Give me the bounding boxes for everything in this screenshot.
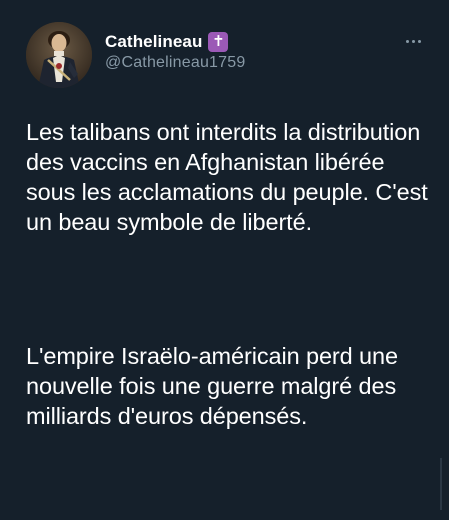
- more-dot: [417, 39, 421, 43]
- tweet-text-paragraph-2: L'empire Israëlo-américain perd une nouv…: [26, 343, 398, 429]
- author-name-row: Cathelineau ✝: [105, 30, 229, 54]
- author-display-name[interactable]: Cathelineau: [105, 32, 202, 52]
- scrollbar-track[interactable]: [440, 458, 442, 510]
- avatar-portrait-image: [26, 22, 92, 88]
- more-options-button[interactable]: [398, 30, 428, 52]
- avatar[interactable]: [26, 22, 92, 88]
- tweet-text-paragraph-1: Les talibans ont interdits la distributi…: [26, 119, 428, 235]
- more-dot: [411, 39, 415, 43]
- more-horizontal-icon: [405, 39, 409, 43]
- cross-emoji-icon: ✝: [208, 32, 229, 52]
- author-handle[interactable]: @Cathelineau1759: [105, 54, 245, 72]
- tweet-card: Cathelineau ✝ @Cathelineau1759 Les talib…: [0, 0, 449, 520]
